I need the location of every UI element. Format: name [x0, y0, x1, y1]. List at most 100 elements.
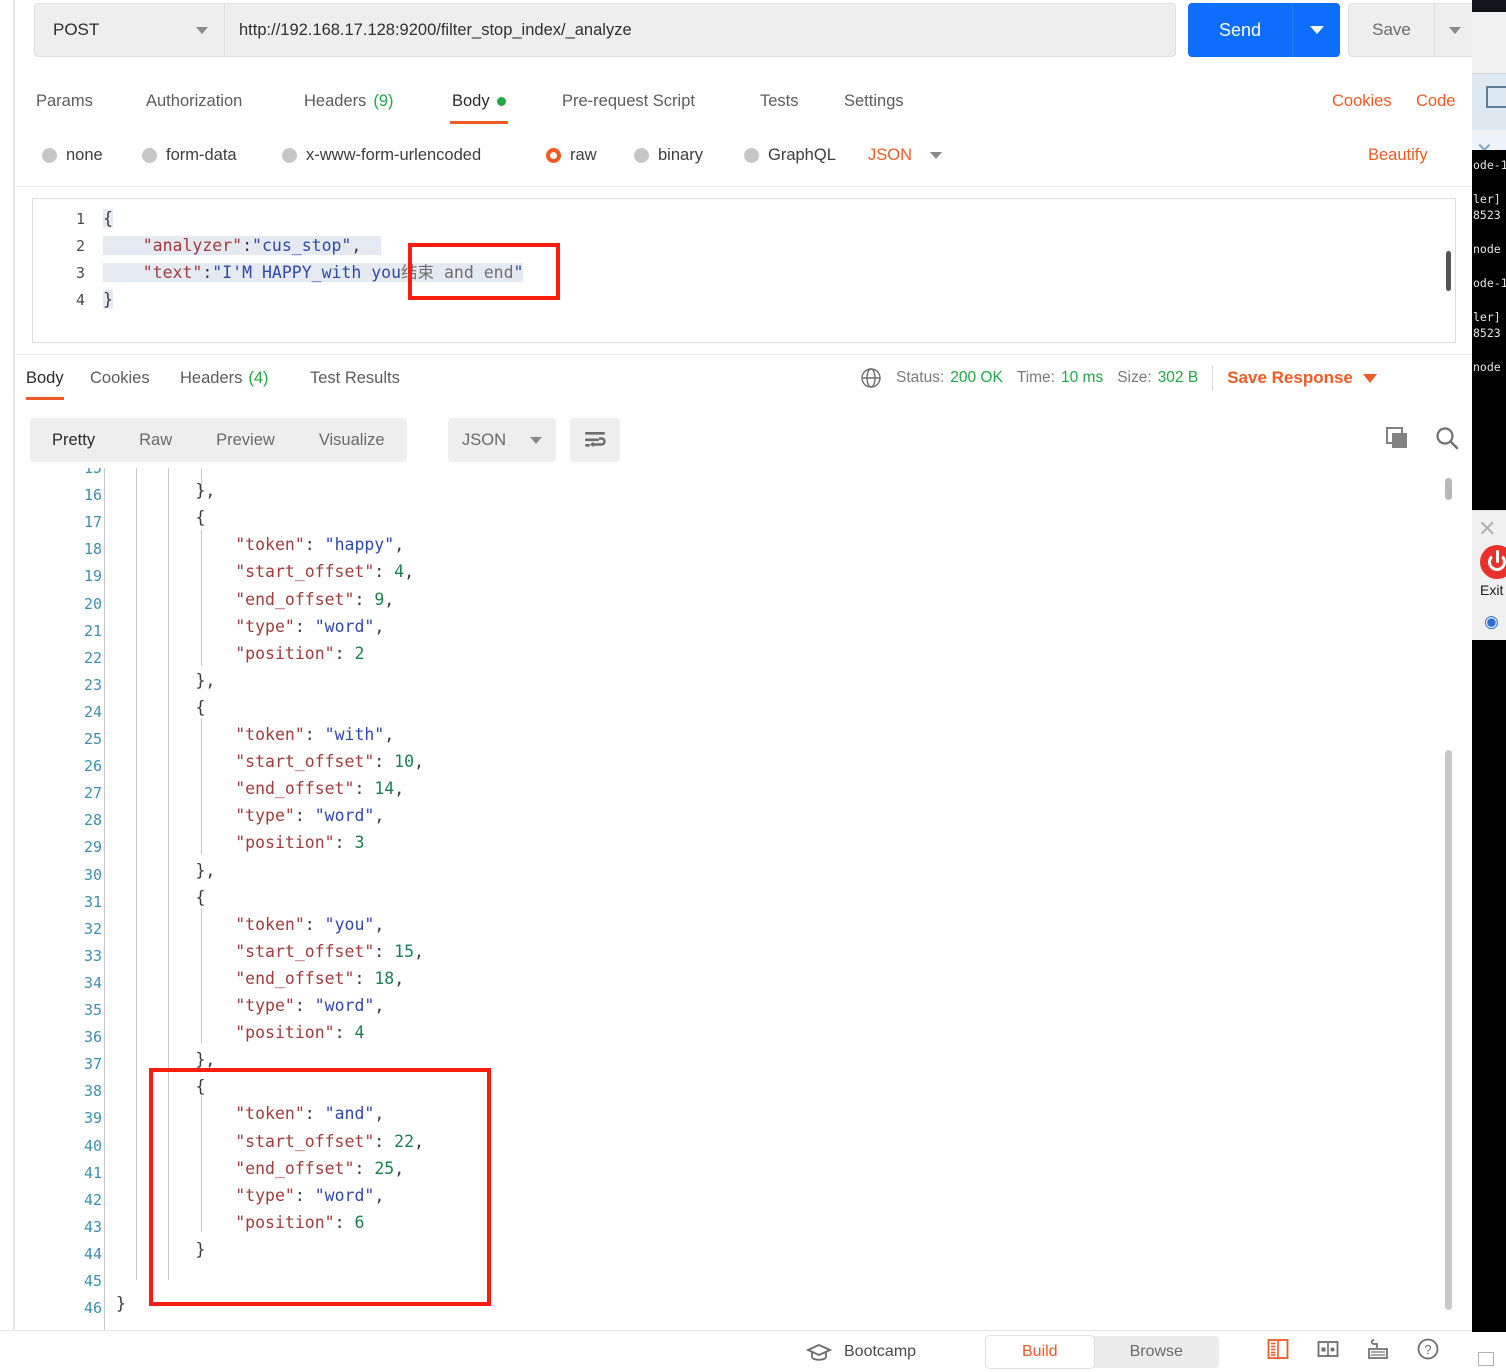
radio-form-data[interactable]: form-data: [142, 133, 237, 177]
beautify-link[interactable]: Beautify: [1368, 133, 1428, 177]
terminal-line: ode-1: [1473, 158, 1506, 172]
line-number: 42: [83, 1190, 102, 1209]
response-tab-headers[interactable]: Headers (4): [180, 356, 269, 400]
tab-authorization[interactable]: Authorization: [144, 78, 244, 124]
console-icon: [1267, 1339, 1289, 1359]
response-code-line: "start_offset": 22,: [235, 1131, 424, 1151]
line-number: 30: [83, 865, 102, 884]
radio-none[interactable]: none: [42, 133, 103, 177]
search-button[interactable]: [1434, 425, 1460, 456]
keyboard-shortcuts-button[interactable]: [1366, 1337, 1390, 1366]
save-response-button[interactable]: Save Response: [1227, 368, 1377, 388]
copy-button[interactable]: [1384, 425, 1410, 456]
bootcamp-button[interactable]: Bootcamp: [806, 1342, 916, 1362]
left-rail: [0, 0, 14, 1330]
radio-x-www-form-urlencoded[interactable]: x-www-form-urlencoded: [282, 133, 481, 177]
body-format-selector[interactable]: JSON: [868, 133, 943, 177]
response-code-line: {: [195, 697, 206, 717]
send-button[interactable]: Send: [1188, 3, 1292, 57]
chevron-down-icon: [930, 151, 943, 159]
terminal-line: node: [1473, 360, 1501, 374]
line-number: 34: [83, 973, 102, 992]
tab-label: Authorization: [146, 91, 243, 110]
headers-count: (9): [373, 91, 394, 110]
tab-label: Tests: [760, 91, 799, 110]
vm-toolbar-band: [1472, 12, 1506, 74]
response-code-line: "position": 4: [235, 1023, 365, 1043]
monitor-icon: [1486, 86, 1506, 108]
tab-settings[interactable]: Settings: [842, 78, 906, 124]
line-number: 28: [83, 811, 102, 830]
globe-icon: [861, 368, 881, 388]
send-options-button[interactable]: [1292, 3, 1340, 57]
time-value: 10 ms: [1061, 369, 1104, 386]
radio-raw[interactable]: raw: [546, 133, 597, 177]
request-body-editor[interactable]: 1 2 3 4 { "analyzer":"cus_stop", "text":…: [32, 198, 1456, 343]
save-options-button[interactable]: [1434, 3, 1476, 57]
svg-text:?: ?: [1424, 1342, 1431, 1357]
response-format-selector[interactable]: JSON: [448, 418, 556, 462]
view-mode-visualize[interactable]: Visualize: [297, 418, 407, 462]
tab-params[interactable]: Params: [34, 78, 95, 124]
response-scrollbar[interactable]: [1445, 750, 1452, 1310]
close-icon[interactable]: ✕: [1478, 516, 1496, 542]
response-body-viewer[interactable]: 15 16 17 18 19 20 21 22 23 24 25 26 27 28 29 30 31 32 33 34…: [16, 468, 1456, 1330]
tab-tests[interactable]: Tests: [758, 78, 801, 124]
cookies-link[interactable]: Cookies: [1332, 78, 1392, 124]
radio-graphql[interactable]: GraphQL: [744, 133, 836, 177]
http-method-selector[interactable]: POST: [34, 3, 224, 57]
response-tab-test-results[interactable]: Test Results: [310, 356, 400, 400]
response-code-line: "position": 2: [235, 643, 365, 663]
url-input[interactable]: http://192.168.17.128:9200/filter_stop_i…: [224, 3, 1176, 57]
view-mode-pretty[interactable]: Pretty: [30, 418, 117, 462]
line-number: 27: [83, 784, 102, 803]
response-code-line: "start_offset": 10,: [235, 752, 424, 772]
build-tab[interactable]: Build: [986, 1336, 1094, 1368]
line-number: 25: [83, 730, 102, 748]
two-pane-layout-button[interactable]: [1316, 1337, 1340, 1366]
graduation-cap-icon: [806, 1343, 832, 1361]
radio-binary[interactable]: binary: [634, 133, 703, 177]
radio-label: binary: [658, 145, 703, 164]
view-mode-preview[interactable]: Preview: [194, 418, 297, 462]
response-code-line: },: [195, 860, 216, 880]
view-mode-raw[interactable]: Raw: [117, 418, 194, 462]
code-link[interactable]: Code: [1416, 78, 1455, 124]
terminal-output: ode-1 ler] 8523 node ode-1 ler] 8523 nod…: [1472, 150, 1506, 510]
request-tabs: Params Authorization Headers (9) Body Pr…: [16, 78, 1472, 126]
chevron-down-icon: [1449, 26, 1461, 34]
chevron-down-icon: [530, 436, 542, 444]
vm-black-area: [1472, 640, 1506, 1332]
save-button[interactable]: Save: [1348, 3, 1434, 57]
bootcamp-label: Bootcamp: [844, 1342, 917, 1360]
radio-label: form-data: [166, 145, 237, 164]
power-icon[interactable]: [1480, 545, 1506, 579]
tab-label: Params: [36, 91, 93, 110]
line-number: 29: [83, 838, 102, 857]
line-number: 24: [83, 702, 102, 721]
footer-icons: ?: [1266, 1337, 1440, 1366]
tab-label: Headers: [180, 368, 243, 387]
response-scrollbar-top[interactable]: [1445, 478, 1452, 500]
tab-label: Settings: [844, 91, 904, 110]
wrap-lines-button[interactable]: [570, 418, 620, 462]
browse-tab[interactable]: Browse: [1094, 1336, 1219, 1368]
left-rail-divider: [14, 0, 15, 1330]
response-code-line: "type": "word",: [235, 1185, 385, 1205]
tab-label: Cookies: [90, 368, 150, 387]
line-number: 37: [83, 1055, 102, 1074]
line-number: 2: [75, 237, 85, 255]
line-number: 20: [83, 594, 102, 613]
response-code-line: {: [195, 508, 206, 528]
response-tab-cookies[interactable]: Cookies: [90, 356, 150, 400]
tab-body[interactable]: Body: [450, 78, 508, 124]
response-view-mode-group: Pretty Raw Preview Visualize: [30, 418, 407, 462]
tab-headers[interactable]: Headers (9): [302, 78, 396, 124]
console-button[interactable]: [1266, 1337, 1290, 1366]
help-button[interactable]: ?: [1416, 1337, 1440, 1366]
response-tab-body[interactable]: Body: [26, 356, 64, 400]
search-icon: [1436, 426, 1459, 449]
request-editor-scrollbar[interactable]: [1446, 251, 1451, 291]
http-method-label: POST: [53, 20, 100, 39]
tab-pre-request-script[interactable]: Pre-request Script: [560, 78, 697, 124]
